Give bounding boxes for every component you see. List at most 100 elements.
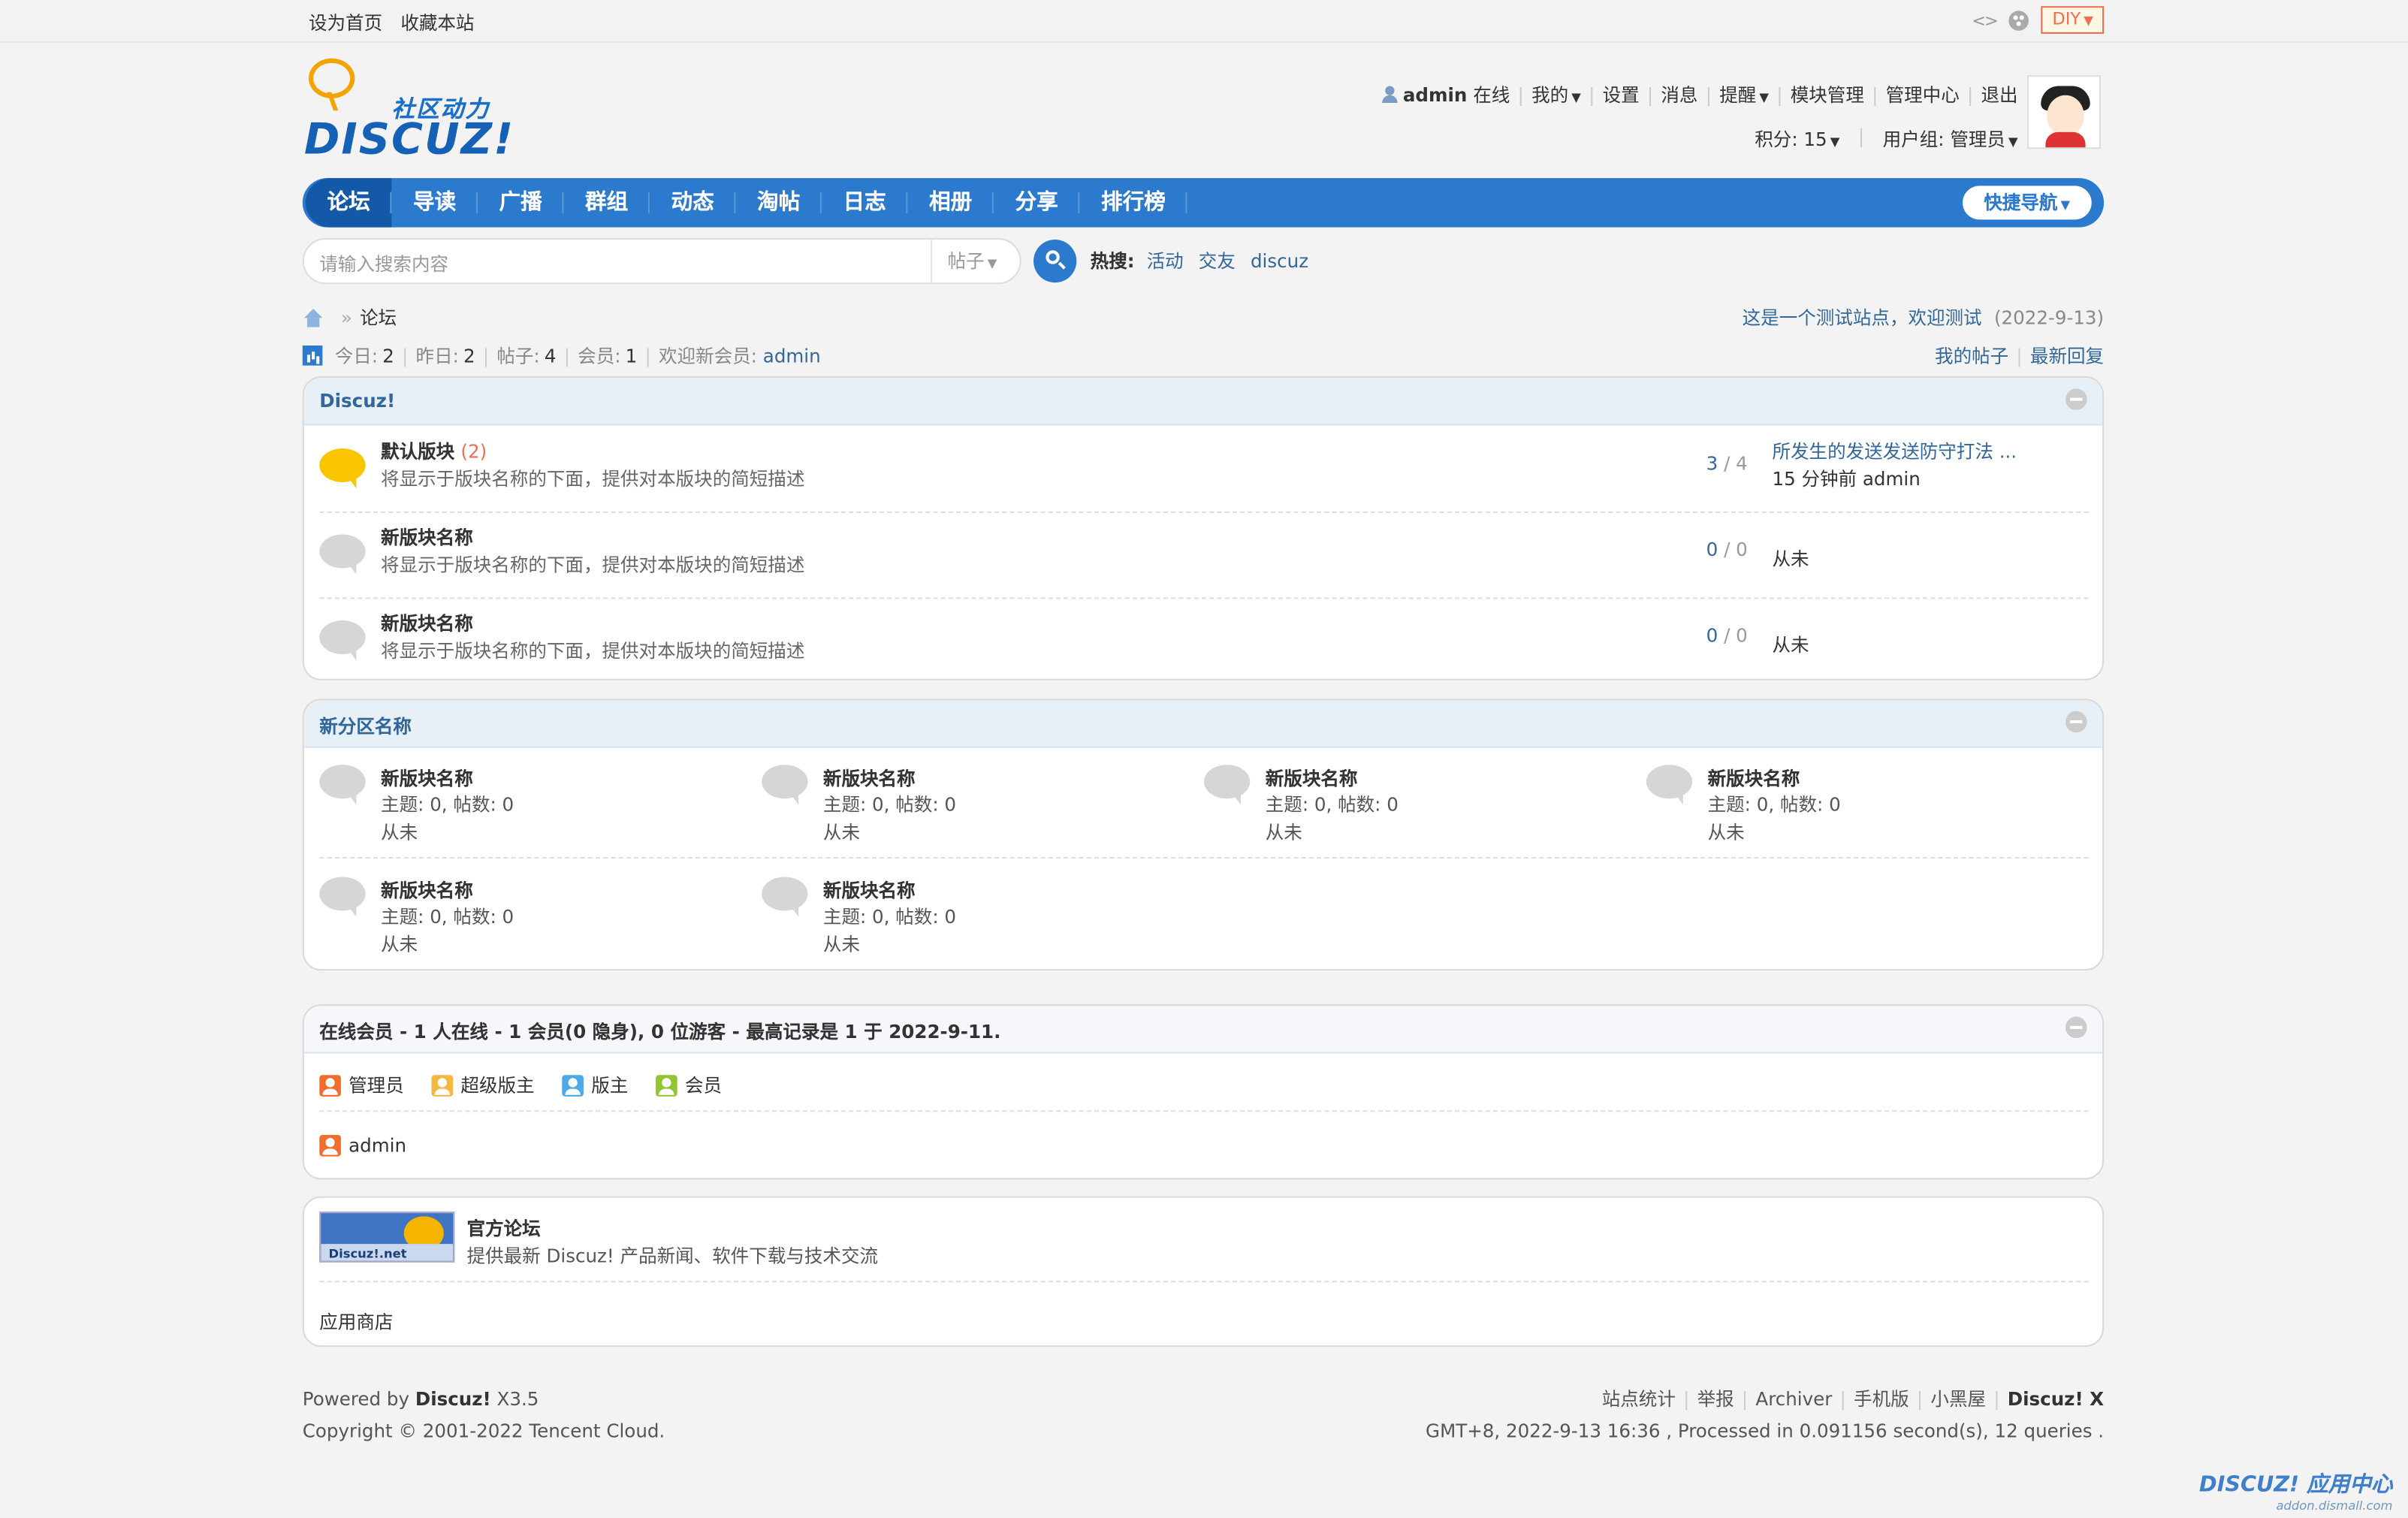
app-center-watermark: DISCUZ! 应用中心 addon.dismall.com	[2199, 1468, 2393, 1513]
nav-item-broadcast[interactable]: 广播	[478, 178, 564, 227]
username-link[interactable]: admin	[1403, 83, 1468, 105]
nav-item-share[interactable]: 分享	[994, 178, 1080, 227]
footer-link-archiver[interactable]: Archiver	[1755, 1388, 1832, 1410]
forum-name[interactable]: 新版块名称	[381, 610, 473, 636]
forum-name[interactable]: 新版块名称	[823, 877, 916, 903]
nav-item-ranking[interactable]: 排行榜	[1079, 178, 1187, 227]
search-input[interactable]: 请输入搜索内容 帖子 ▼	[302, 237, 1024, 285]
footer-link-report[interactable]: 举报	[1697, 1388, 1734, 1410]
divider: |	[1967, 83, 1974, 106]
menu-messages[interactable]: 消息	[1661, 81, 1697, 107]
menu-module-manage[interactable]: 模块管理	[1791, 81, 1864, 107]
breadcrumb: » 论坛	[303, 304, 397, 330]
bookmark-link[interactable]: 收藏本站	[400, 12, 474, 34]
category-title[interactable]: Discuz!	[319, 390, 395, 412]
notice-link[interactable]: 这是一个测试站点，欢迎测试	[1743, 307, 1982, 329]
legend-member-label: 会员	[684, 1075, 723, 1097]
online-divider	[319, 1110, 2089, 1112]
search-type-select[interactable]: 帖子 ▼	[931, 239, 1024, 283]
divider: |	[482, 345, 490, 367]
online-title: 在线会员 - 1 人在线 - 1 会员(0 隐身), 0 位游客 - 最高记录是…	[319, 1021, 1001, 1043]
forum-posts: 0	[1736, 625, 1748, 647]
collapse-icon[interactable]	[2065, 1016, 2087, 1039]
forum-name[interactable]: 新版块名称	[381, 877, 473, 903]
site-logo[interactable]: 社区动力 DISCUZ!	[303, 58, 513, 164]
forum-grid-item: 新版块名称 主题: 0, 帖数: 0 从未	[319, 756, 749, 848]
stat-today: 2	[382, 345, 394, 367]
hot-search-link[interactable]: 交友	[1199, 250, 1236, 272]
grid-divider	[319, 856, 2089, 859]
last-post-never: 从未	[1772, 634, 1809, 656]
menu-my[interactable]: 我的 ▼	[1531, 81, 1581, 107]
diy-button[interactable]: DIY ▼	[2041, 6, 2105, 34]
forum-stats: 主题: 0, 帖数: 0	[822, 794, 957, 816]
chevron-down-icon: ▼	[1830, 134, 1840, 149]
member-user-icon	[656, 1074, 677, 1096]
search-button[interactable]	[1034, 239, 1077, 283]
menu-admin-center[interactable]: 管理中心	[1886, 81, 1960, 107]
forum-last: 从未	[1707, 821, 1745, 844]
forum-desc: 将显示于版块名称的下面，提供对本版块的简短描述	[381, 640, 805, 662]
palette-icon[interactable]	[2009, 10, 2029, 30]
home-icon[interactable]	[303, 307, 324, 327]
set-home-link[interactable]: 设为首页	[309, 12, 382, 34]
points-menu[interactable]: 积分: 15 ▼	[1755, 126, 1839, 152]
stat-members: 1	[625, 345, 638, 367]
avatar[interactable]	[2026, 75, 2102, 149]
hot-search-link[interactable]: 活动	[1147, 250, 1184, 272]
my-posts-link[interactable]: 我的帖子	[1935, 346, 2008, 367]
footer-link-stats[interactable]: 站点统计	[1602, 1388, 1676, 1410]
forum-grid-item: 新版块名称 主题: 0, 帖数: 0 从未	[762, 756, 1191, 848]
nav-item-collection[interactable]: 淘帖	[735, 178, 822, 227]
forum-row: 新版块名称 将显示于版块名称的下面，提供对本版块的简短描述 0 / 0 从未	[319, 597, 2088, 678]
footer-brand[interactable]: Discuz! X	[2008, 1388, 2104, 1410]
forum-icon	[762, 877, 808, 917]
footer-link-mobile[interactable]: 手机版	[1854, 1388, 1909, 1410]
quick-nav-button[interactable]: 快捷导航 ▼	[1962, 186, 2092, 220]
nav-item-forum[interactable]: 论坛	[305, 178, 392, 228]
divider: |	[563, 345, 570, 367]
discuz-net-banner[interactable]: Discuz!.net	[319, 1212, 455, 1263]
divider: |	[1705, 83, 1712, 106]
nav-item-blog[interactable]: 日志	[822, 178, 908, 227]
copyright: Copyright © 2001-2022 Tencent Cloud.	[302, 1420, 665, 1442]
newest-member-link[interactable]: admin	[763, 345, 821, 367]
last-post-link[interactable]: 所发生的发送发送防守打法 ...	[1772, 438, 2017, 464]
powered-brand[interactable]: Discuz!	[415, 1388, 491, 1410]
footer-link-blackroom[interactable]: 小黑屋	[1930, 1388, 1986, 1410]
divider: |	[1857, 125, 1865, 148]
forum-name[interactable]: 新版块名称	[381, 765, 473, 791]
online-user[interactable]: admin	[319, 1134, 406, 1157]
hot-search-link[interactable]: discuz	[1251, 250, 1308, 272]
category-title[interactable]: 新分区名称	[319, 713, 412, 739]
code-icon[interactable]: <>	[1972, 10, 1999, 30]
legend-super-mod: 超级版主	[431, 1072, 535, 1098]
forum-name[interactable]: 新版块名称	[381, 524, 473, 550]
menu-notify[interactable]: 提醒 ▼	[1719, 81, 1769, 107]
powered-by: Powered by Discuz! X3.5	[303, 1384, 665, 1416]
forum-icon	[1646, 765, 1693, 805]
menu-logout[interactable]: 退出	[1981, 81, 2018, 107]
app-store-link[interactable]: 应用商店	[319, 1308, 393, 1335]
forum-name[interactable]: 新版块名称	[823, 765, 916, 791]
divider: |	[1741, 1388, 1749, 1410]
collapse-icon[interactable]	[2065, 711, 2087, 733]
category-discuz: Discuz! 默认版块 (2) 将显示于版块名称的下面，提供对本版块的简短描述 …	[302, 376, 2105, 681]
nav-item-groups[interactable]: 群组	[563, 178, 650, 227]
forum-name[interactable]: 默认版块 (2)	[381, 438, 487, 464]
top-tools: <> DIY ▼	[1972, 6, 2105, 34]
nav-item-album[interactable]: 相册	[907, 178, 994, 227]
collapse-icon[interactable]	[2065, 388, 2087, 410]
forum-counts: 0 / 0	[1706, 539, 1748, 561]
nav-item-guide[interactable]: 导读	[391, 178, 478, 227]
menu-settings[interactable]: 设置	[1603, 81, 1640, 107]
forum-name[interactable]: 新版块名称	[1708, 765, 1800, 791]
chevron-down-icon: ▼	[2084, 14, 2093, 28]
latest-reply-link[interactable]: 最新回复	[2030, 346, 2104, 367]
nav-item-feed[interactable]: 动态	[650, 178, 736, 227]
link-name[interactable]: 官方论坛	[467, 1215, 541, 1241]
usergroup-menu[interactable]: 用户组: 管理员 ▼	[1883, 126, 2018, 152]
forum-name[interactable]: 新版块名称	[1266, 765, 1358, 791]
stat-yesterday: 2	[463, 345, 475, 367]
diy-label: DIY	[2052, 9, 2081, 29]
